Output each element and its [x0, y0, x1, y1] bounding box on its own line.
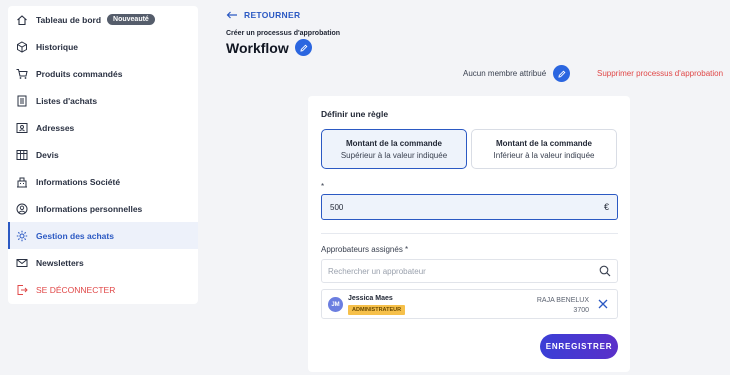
- new-badge: Nouveauté: [107, 14, 155, 25]
- page-subtitle: Créer un processus d'approbation: [226, 30, 341, 37]
- sidebar-item-label: Informations Société: [36, 176, 121, 187]
- company-name: RAJA BENELUX: [536, 297, 589, 304]
- delete-process-link[interactable]: Supprimer processus d'approbation: [597, 69, 723, 78]
- list-icon: [16, 95, 28, 107]
- building-icon: [16, 176, 28, 188]
- sidebar-item-company-info[interactable]: Informations Société: [8, 168, 198, 195]
- rule-title: Définir une règle: [321, 109, 389, 119]
- sidebar-item-dashboard[interactable]: Tableau de bord Nouveauté: [8, 6, 198, 33]
- amount-value: 500: [330, 202, 344, 212]
- sidebar-item-label: Historique: [36, 41, 79, 52]
- rule-card: Définir une règle Montant de la commande…: [308, 96, 630, 372]
- sidebar-item-label: SE DÉCONNECTER: [36, 284, 116, 295]
- address-card-icon: [16, 122, 28, 134]
- avatar: JM: [328, 297, 343, 312]
- approver-name: Jessica Maes: [348, 295, 393, 302]
- edit-title-button[interactable]: [295, 39, 312, 56]
- sidebar-item-label: Newsletters: [36, 257, 84, 268]
- sidebar-item-history[interactable]: Historique: [8, 33, 198, 60]
- no-member-text: Aucun membre attribué: [463, 69, 547, 78]
- sidebar: Tableau de bord Nouveauté Historique Pro…: [8, 6, 198, 304]
- pencil-icon: [299, 44, 307, 52]
- home-icon: [16, 14, 28, 26]
- search-icon[interactable]: [599, 265, 611, 277]
- role-badge: ADMINISTRATEUR: [348, 305, 406, 315]
- rule-option-lower[interactable]: Montant de la commande Inférieur à la va…: [471, 129, 617, 169]
- cart-icon: [16, 68, 28, 80]
- logout-icon: [16, 284, 28, 296]
- save-button[interactable]: ENREGISTRER: [540, 334, 618, 359]
- box-icon: [16, 40, 28, 53]
- sidebar-item-label: Informations personnelles: [36, 203, 143, 214]
- sidebar-item-label: Gestion des achats: [36, 230, 114, 241]
- user-circle-icon: [16, 203, 28, 215]
- approver-item: JM Jessica Maes ADMINISTRATEUR RAJA BENE…: [321, 289, 618, 319]
- rule-option-title: Montant de la commande: [495, 139, 592, 148]
- sidebar-item-label: Adresses: [36, 122, 75, 133]
- sidebar-item-quotes[interactable]: Devis: [8, 141, 198, 168]
- arrow-left-icon: [226, 11, 237, 19]
- gear-icon: [16, 230, 28, 242]
- required-marker: *: [321, 182, 325, 191]
- divider: [321, 233, 618, 234]
- table-icon: [16, 149, 28, 161]
- sidebar-item-label: Produits commandés: [36, 68, 123, 79]
- approvers-label: Approbateurs assignés *: [321, 245, 409, 254]
- rule-option-description: Supérieur à la valeur indiquée: [340, 151, 448, 160]
- sidebar-item-newsletters[interactable]: Newsletters: [8, 249, 198, 276]
- search-placeholder: Rechercher un approbateur: [328, 266, 426, 276]
- rule-option-description: Inférieur à la valeur indiquée: [493, 151, 595, 160]
- sidebar-item-shopping-lists[interactable]: Listes d'achats: [8, 87, 198, 114]
- currency-symbol: €: [603, 202, 609, 212]
- assign-member-button[interactable]: [553, 65, 570, 82]
- approver-search-input[interactable]: Rechercher un approbateur: [321, 259, 618, 283]
- sidebar-item-purchase-management[interactable]: Gestion des achats: [8, 222, 198, 249]
- sidebar-item-label: Tableau de bord: [36, 14, 102, 25]
- sidebar-item-label: Devis: [36, 149, 59, 160]
- sidebar-item-ordered-products[interactable]: Produits commandés: [8, 60, 198, 87]
- sidebar-item-addresses[interactable]: Adresses: [8, 114, 198, 141]
- back-label: RETOURNER: [244, 10, 301, 20]
- page-title: Workflow: [226, 40, 289, 56]
- close-icon[interactable]: [597, 298, 609, 310]
- sidebar-item-label: Listes d'achats: [36, 95, 98, 106]
- rule-option-greater[interactable]: Montant de la commande Supérieur à la va…: [321, 129, 467, 169]
- sidebar-item-personal-info[interactable]: Informations personnelles: [8, 195, 198, 222]
- company-code: 3700: [573, 307, 589, 314]
- rule-option-title: Montant de la commande: [345, 139, 442, 148]
- mail-icon: [16, 257, 28, 269]
- logout-button[interactable]: SE DÉCONNECTER: [8, 276, 198, 303]
- back-link[interactable]: RETOURNER: [226, 10, 300, 20]
- pencil-icon: [557, 70, 565, 78]
- approver-company: RAJA BENELUX 3700: [537, 296, 589, 316]
- amount-input[interactable]: 500 €: [321, 194, 618, 220]
